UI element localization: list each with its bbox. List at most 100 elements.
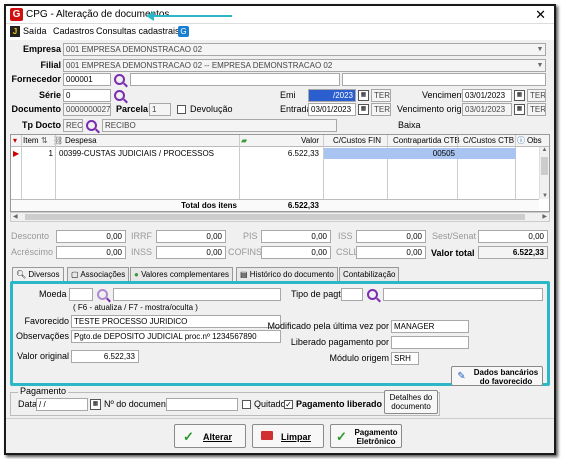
col-despesa[interactable]: Despesa [65, 135, 97, 147]
tipo-pagto-search-icon[interactable] [367, 289, 378, 300]
check-icon: ✓ [336, 429, 347, 444]
pis-input[interactable]: 0,00 [261, 230, 331, 243]
acrescimo-input[interactable]: 0,00 [56, 246, 126, 259]
col-ccustos-fin[interactable]: C/Custos FIN [333, 135, 381, 147]
valor-original-label: Valor original [17, 351, 69, 361]
tab-valores-complementares[interactable]: ● Valores complementares [130, 267, 233, 281]
serie-input[interactable]: 0 [63, 89, 111, 102]
emi-date-input[interactable]: /2023 [308, 89, 356, 102]
favorecido-input[interactable]: TESTE PROCESSO JURIDICO [71, 315, 281, 328]
pagamento-liberado-label: Pagamento liberado [296, 399, 383, 409]
liberado-label: Liberado pagamento por [290, 337, 389, 347]
tab-diversos[interactable]: 🔍︎ Diversos [12, 267, 64, 282]
tab-historico[interactable]: ▤ Histórico do documento [236, 267, 338, 281]
tpdocto-code-input[interactable]: REC [63, 119, 83, 132]
liberado-value [391, 336, 469, 349]
csll-input[interactable]: 0,00 [356, 246, 426, 259]
limpar-button[interactable]: Limpar [252, 424, 324, 448]
refresh-icon[interactable]: G [178, 26, 189, 37]
entrada-date-input[interactable]: 03/01/2023 [308, 103, 356, 116]
pagamento-liberado-checkbox[interactable]: ✓ [284, 400, 293, 409]
devolucao-checkbox[interactable] [177, 105, 186, 114]
ndoc-input[interactable] [166, 398, 238, 411]
sestsenat-input[interactable]: 0,00 [478, 230, 548, 243]
tab-associacoes[interactable]: ▢ Associações [67, 267, 130, 281]
menu-cadastros[interactable]: Cadastros [53, 26, 94, 36]
moeda-hint: ( F6 - atualiza / F7 - mostra/oculta ) [73, 303, 198, 312]
iss-input[interactable]: 0,00 [356, 230, 426, 243]
horizontal-scrollbar[interactable]: ◀ ▶ [10, 212, 550, 222]
alterar-button[interactable]: ✓ Alterar [174, 424, 246, 448]
tipo-pagto-input[interactable] [341, 288, 363, 301]
menu-saida[interactable]: Saída [23, 26, 47, 36]
col-item[interactable]: Item [23, 135, 39, 147]
tab-historico-icon: ▤ [240, 270, 250, 279]
close-button[interactable]: ✕ [535, 7, 546, 23]
moeda-description [113, 288, 281, 301]
documento-input[interactable]: 0000000027 [63, 103, 111, 116]
annotation-arrow [152, 15, 232, 17]
pagamento-eletronico-button[interactable]: ✓ Pagamento Eletrônico [330, 424, 402, 448]
dados-bancarios-button[interactable]: ✎ Dados bancários do favorecido [451, 366, 543, 386]
emi-calendar-icon[interactable]: ▦ [358, 90, 369, 101]
quitado-checkbox[interactable] [242, 400, 251, 409]
col-divider [21, 135, 22, 199]
total-label: Total dos itens [181, 201, 237, 210]
check-icon: ✓ [183, 429, 194, 444]
ndoc-label: Nº do documento [104, 399, 174, 409]
empresa-chevron-down-icon[interactable]: ▼ [535, 44, 545, 55]
favorecido-label: Favorecido [24, 316, 69, 326]
inss-input[interactable]: 0,00 [156, 246, 226, 259]
current-row-arrow-icon: ▶ [13, 149, 20, 158]
col-ccustos-ctb[interactable]: C/Custos CTB [463, 135, 514, 147]
pencil-icon: ✎ [457, 371, 466, 382]
diversos-panel: Moeda ( F6 - atualiza / F7 - mostra/ocul… [10, 281, 550, 386]
vertical-scrollbar[interactable]: ▲ ▼ [539, 147, 549, 199]
col-valor[interactable]: Valor [301, 135, 319, 147]
col-obs[interactable]: Obs [527, 135, 542, 147]
irrf-input[interactable]: 0,00 [156, 230, 226, 243]
empresa-label: Empresa [22, 44, 61, 54]
observacoes-input[interactable]: Pgto.de DEPOSITO JUDICIAL proc.nº 123456… [71, 330, 281, 343]
fornecedor-code-input[interactable]: 000001 [63, 73, 111, 86]
detalhes-documento-button[interactable]: Detalhes do documento [384, 390, 438, 414]
divider [6, 418, 554, 419]
acrescimo-label: Acréscimo [11, 247, 54, 257]
pagamento-data-input[interactable]: / / [36, 398, 88, 411]
filial-select[interactable]: 001 EMPRESA DEMONSTRACAO 02 -- EMPRESA D… [63, 59, 546, 72]
limpar-label: Limpar [281, 432, 312, 442]
exit-icon: J [10, 26, 20, 37]
vencimento-calendar-icon[interactable]: ▦ [514, 90, 525, 101]
moeda-search-icon[interactable] [97, 289, 108, 300]
serie-search-icon[interactable] [114, 90, 125, 101]
table-row[interactable]: ▶ 1 00399-CUSTAS JUDICIAIS / PROCESSOS 6… [11, 148, 539, 159]
items-grid[interactable]: ▾ Item ⇅ ⛓ Despesa ▰ Valor C/Custos FIN … [10, 134, 550, 212]
col-contrapartida-ctb[interactable]: Contrapartida CTB [393, 135, 460, 147]
baixa-label: Baixa [398, 120, 421, 130]
moeda-input[interactable] [69, 288, 93, 301]
modulo-origem-label: Módulo origem [329, 353, 389, 363]
tpdocto-description: RECIBO [102, 119, 337, 132]
inss-label: INSS [131, 247, 153, 257]
fornecedor-search-icon[interactable] [114, 74, 125, 85]
vencimento-date-input[interactable]: 03/01/2023 [462, 89, 512, 102]
desconto-input[interactable]: 0,00 [56, 230, 126, 243]
emi-label: Emi [280, 90, 296, 100]
filial-chevron-down-icon[interactable]: ▼ [535, 60, 545, 71]
quitado-label: Quitado [254, 399, 286, 409]
pagamento-line1: Pagamento [354, 428, 398, 437]
vencimento-original-input: 03/01/2023 [462, 103, 512, 116]
vencimento-original-weekday: TER [527, 103, 546, 116]
row-item: 1 [48, 149, 53, 158]
tpdocto-search-icon[interactable] [86, 120, 97, 131]
cofins-input[interactable]: 0,00 [261, 246, 331, 259]
entrada-calendar-icon[interactable]: ▦ [358, 104, 369, 115]
tipo-pagto-description [383, 288, 543, 301]
menu-consultas-cadastrais[interactable]: Consultas cadastrais [96, 26, 180, 36]
pagamento-calendar-icon[interactable]: ▦ [90, 399, 101, 410]
sort-indicator-icon: ▾ [13, 136, 18, 145]
empresa-select[interactable]: 001 EMPRESA DEMONSTRACAO 02 [63, 43, 546, 56]
parcela-input[interactable]: 1 [149, 103, 171, 116]
tab-contabilizacao[interactable]: Contabilização [339, 267, 400, 281]
devolucao-label: Devolução [190, 104, 233, 114]
